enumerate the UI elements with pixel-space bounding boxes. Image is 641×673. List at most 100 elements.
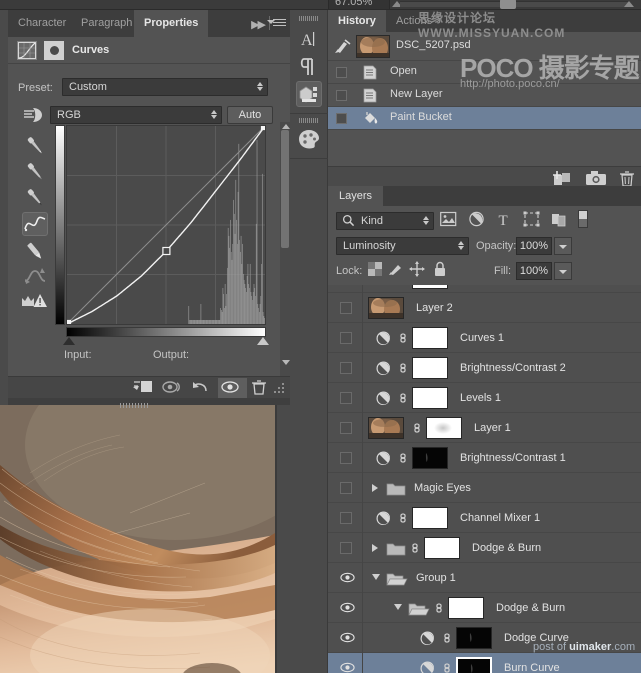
layer-thumbnail[interactable]: [368, 417, 404, 439]
clipping-warning-icon[interactable]: [20, 290, 50, 313]
layer-row[interactable]: Channel Mixer 1: [328, 503, 641, 533]
group-disclosure-triangle-icon[interactable]: [372, 544, 378, 552]
history-item-paint-bucket[interactable]: Paint Bucket: [328, 107, 641, 130]
layer-mask-thumbnail[interactable]: [448, 597, 484, 619]
layer-row[interactable]: Curves 1: [328, 323, 641, 353]
tab-paragraph[interactable]: Paragraph: [71, 10, 142, 37]
layer-visibility-toggle[interactable]: [340, 422, 352, 434]
dock-grip-top-icon[interactable]: [299, 16, 319, 21]
lock-image-pixels-icon[interactable]: [388, 262, 404, 279]
layer-mask-thumbnail[interactable]: [412, 507, 448, 529]
layer-visibility-toggle[interactable]: [340, 392, 352, 404]
lock-transparent-pixels-icon[interactable]: [368, 262, 382, 279]
layer-name[interactable]: Levels 1: [460, 392, 501, 404]
channel-stepper-icon[interactable]: [210, 109, 217, 123]
character-panel-icon[interactable]: A: [296, 26, 322, 52]
smart-object-filter-icon[interactable]: [550, 211, 567, 231]
layer-name[interactable]: Burn Curve: [504, 662, 560, 673]
layer-mask-link-icon[interactable]: [398, 511, 408, 525]
layer-visibility-toggle[interactable]: [340, 362, 352, 374]
layer-mask-link-icon[interactable]: [410, 541, 420, 555]
black-input-slider[interactable]: [63, 337, 75, 345]
layer-name[interactable]: Layer 2: [416, 302, 453, 314]
layer-visibility-eye-icon[interactable]: [340, 662, 355, 673]
panel-menu-icon[interactable]: [273, 19, 286, 29]
layer-mask-thumbnail[interactable]: [456, 627, 492, 649]
layer-mask-thumbnail[interactable]: [412, 285, 448, 289]
black-point-eyedropper-icon[interactable]: [22, 134, 48, 161]
layer-visibility-eye-icon[interactable]: [340, 632, 355, 643]
layer-row[interactable]: Group 1: [328, 563, 641, 593]
layer-visibility-toggle[interactable]: [340, 332, 352, 344]
layer-visibility-toggle[interactable]: [340, 482, 352, 494]
layer-name[interactable]: Brightness/Contrast 1: [460, 452, 566, 464]
reset-adjustment-icon[interactable]: [189, 378, 218, 398]
auto-button[interactable]: Auto: [227, 106, 273, 124]
shape-layer-filter-icon[interactable]: [523, 211, 540, 231]
layer-mask-link-icon[interactable]: [412, 421, 422, 435]
layer-thumbnail[interactable]: [368, 297, 404, 319]
layer-visibility-toggle[interactable]: [340, 302, 352, 314]
history-item-open[interactable]: Open: [328, 61, 641, 84]
properties-panel-icon[interactable]: [296, 81, 322, 107]
tab-history[interactable]: History: [328, 10, 386, 32]
white-input-slider[interactable]: [257, 337, 269, 345]
history-brush-toggle[interactable]: [336, 67, 347, 78]
layer-name[interactable]: Group 1: [416, 572, 456, 584]
layer-row[interactable]: Layer 1: [328, 413, 641, 443]
adjustment-mask-thumb[interactable]: [44, 41, 64, 60]
layer-visibility-toggle[interactable]: [340, 452, 352, 464]
layer-mask-link-icon[interactable]: [434, 601, 444, 615]
history-brush-toggle[interactable]: [336, 113, 347, 124]
layer-name[interactable]: Curves 1: [460, 332, 504, 344]
document-canvas-preview[interactable]: [0, 405, 275, 673]
layer-visibility-eye-icon[interactable]: [340, 572, 355, 583]
group-disclosure-triangle-icon[interactable]: [372, 574, 380, 580]
pixel-layer-filter-icon[interactable]: [440, 211, 457, 231]
dock-grip-mid-icon[interactable]: [299, 118, 319, 123]
layer-row[interactable]: Dodge Curve: [328, 623, 641, 653]
properties-bottom-grip-bar[interactable]: [8, 398, 290, 405]
channel-select[interactable]: RGB: [50, 106, 222, 124]
opacity-dropdown-arrow-icon[interactable]: [554, 237, 572, 255]
tab-character[interactable]: Character: [8, 10, 76, 37]
paragraph-panel-icon[interactable]: [296, 54, 322, 80]
layer-name[interactable]: Magic Eyes: [414, 482, 471, 494]
history-brush-source-icon[interactable]: [334, 38, 352, 54]
view-previous-state-icon[interactable]: [160, 378, 189, 398]
layer-mask-thumbnail[interactable]: [412, 387, 448, 409]
tab-actions[interactable]: Actions: [386, 10, 442, 32]
curves-graph[interactable]: [55, 125, 267, 341]
layer-mask-thumbnail[interactable]: [456, 657, 492, 673]
layer-mask-link-icon[interactable]: [442, 631, 452, 645]
clip-to-layer-icon[interactable]: [131, 378, 160, 398]
layer-row[interactable]: Levels 1: [328, 383, 641, 413]
blend-mode-stepper-icon[interactable]: [457, 240, 464, 254]
layer-row[interactable]: Magic Eyes: [328, 473, 641, 503]
tab-properties[interactable]: Properties: [134, 10, 208, 37]
layer-name[interactable]: Layer 1: [474, 422, 511, 434]
tab-layers[interactable]: Layers: [328, 186, 383, 206]
expand-panels-icon[interactable]: ▶▶: [251, 18, 264, 31]
toggle-visibility-icon[interactable]: [218, 378, 247, 398]
properties-scroll-thumb[interactable]: [281, 130, 289, 248]
gray-point-eyedropper-icon[interactable]: [22, 160, 48, 187]
blend-mode-select[interactable]: Luminosity: [336, 237, 469, 255]
panel-resize-grip-icon[interactable]: [120, 399, 160, 405]
layer-mask-link-icon[interactable]: [398, 391, 408, 405]
layer-name[interactable]: Channel Mixer 1: [460, 512, 540, 524]
layer-visibility-toggle[interactable]: [340, 542, 352, 554]
layer-name[interactable]: Dodge & Burn: [472, 542, 541, 554]
layer-row[interactable]: Dodge & Burn: [328, 533, 641, 563]
document-slider-knob[interactable]: [500, 0, 516, 9]
adjustment-layer-filter-icon[interactable]: [468, 211, 485, 231]
group-disclosure-triangle-icon[interactable]: [394, 604, 402, 610]
layer-visibility-eye-icon[interactable]: [340, 602, 355, 613]
curves-grid[interactable]: [66, 125, 266, 325]
history-brush-toggle[interactable]: [336, 90, 347, 101]
lock-position-icon[interactable]: [409, 261, 425, 280]
layer-mask-thumbnail[interactable]: [412, 447, 448, 469]
layer-mask-link-icon[interactable]: [398, 331, 408, 345]
curve-point-tool-icon[interactable]: [22, 212, 48, 236]
preset-stepper-icon[interactable]: [256, 81, 263, 95]
